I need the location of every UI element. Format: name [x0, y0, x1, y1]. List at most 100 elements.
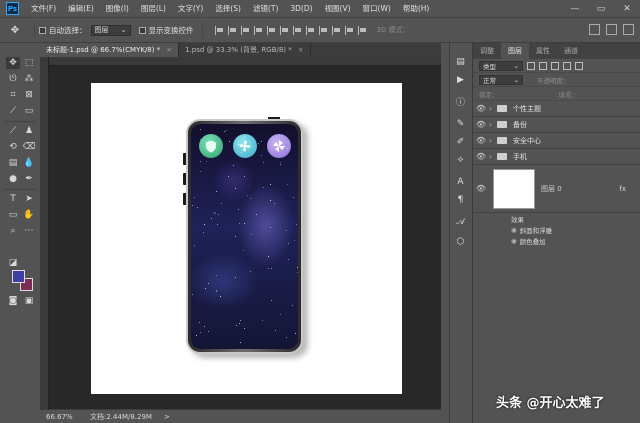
chevron-right-icon[interactable]: › [489, 137, 497, 145]
zoom-tool-icon[interactable]: ⌕ [6, 225, 20, 237]
menu-type[interactable]: 文字(Y) [172, 3, 209, 14]
fx-icon[interactable]: fx [619, 185, 626, 193]
menu-image[interactable]: 图像(I) [100, 3, 135, 14]
align-right-icon[interactable] [279, 25, 289, 35]
menu-window[interactable]: 窗口(W) [357, 3, 397, 14]
filter-shape-icon[interactable] [563, 61, 571, 70]
blur-tool-icon[interactable]: 💧 [22, 157, 36, 169]
chevron-right-icon[interactable]: › [489, 121, 497, 129]
history-brush-tool-icon[interactable]: ⟲ [6, 141, 20, 153]
gradient-tool-icon[interactable]: ▤ [6, 157, 20, 169]
eye-icon[interactable]: 👁 [473, 104, 489, 113]
filter-type-icon[interactable] [551, 61, 559, 70]
menu-3d[interactable]: 3D(D) [284, 4, 318, 13]
history-icon[interactable]: ▤ [454, 55, 467, 68]
tab-document-2[interactable]: 1.psd @ 33.3% (背景, RGB/8) * × [179, 43, 311, 57]
rectangle-tool-icon[interactable]: ▭ [6, 209, 20, 221]
move-tool-icon[interactable]: ✥ [6, 57, 20, 69]
eye-icon[interactable]: ◉ [511, 237, 517, 245]
menu-view[interactable]: 视图(V) [319, 3, 357, 14]
dodge-tool-icon[interactable]: ● [6, 173, 20, 185]
eraser-tool-icon[interactable]: ⌫ [22, 141, 36, 153]
workspace-icon[interactable] [589, 24, 600, 35]
menu-select[interactable]: 选择(S) [209, 3, 247, 14]
more-tools-icon[interactable]: ⋯ [22, 225, 36, 237]
move-tool-preset-icon[interactable]: ✥ [0, 25, 30, 36]
align-top-icon[interactable] [214, 25, 224, 35]
frame-tool-icon[interactable]: ⊠ [22, 89, 36, 101]
filter-adjustment-icon[interactable] [539, 61, 547, 70]
align-hcenter-icon[interactable] [266, 25, 276, 35]
brushes-icon[interactable]: ✐ [454, 135, 467, 148]
actions-icon[interactable]: ▶ [454, 73, 467, 86]
type-tool-icon[interactable]: T [6, 193, 20, 205]
layer-group-row[interactable]: 👁 › 安全中心 [473, 133, 640, 149]
eye-icon[interactable]: 👁 [473, 120, 489, 129]
info-icon[interactable]: ⓘ [454, 95, 467, 108]
distribute-left-icon[interactable] [331, 25, 341, 35]
glyphs-icon[interactable]: 𝒜 [454, 215, 467, 228]
tab-properties[interactable]: 属性 [529, 43, 557, 59]
default-colors-icon[interactable]: ◪ [6, 257, 20, 269]
pen-tool-icon[interactable]: ✒ [22, 173, 36, 185]
eye-icon[interactable]: ◉ [511, 226, 517, 234]
menu-edit[interactable]: 编辑(E) [62, 3, 100, 14]
effect-row[interactable]: ◉ 颜色叠加 [473, 235, 640, 246]
close-tab-icon[interactable]: × [166, 46, 172, 54]
maximize-button[interactable]: ▭ [588, 0, 614, 17]
layer-row-layer0[interactable]: 👁 图层 0 fx [473, 165, 640, 213]
layer-group-row[interactable]: 👁 › 个性主题 [473, 101, 640, 117]
eye-icon[interactable]: 👁 [473, 184, 489, 193]
hand-tool-icon[interactable]: ✋ [22, 209, 36, 221]
brush-settings-icon[interactable]: ✎ [454, 117, 467, 130]
auto-select-dropdown[interactable]: 图层 ⌄ [90, 24, 131, 36]
close-tab-icon[interactable]: × [298, 46, 304, 54]
minimize-button[interactable]: — [562, 0, 588, 17]
distribute-hcenter-icon[interactable] [344, 25, 354, 35]
marquee-tool-icon[interactable]: ⬚ [22, 57, 36, 69]
show-transform-checkbox[interactable] [138, 26, 146, 34]
canvas-workspace[interactable] [40, 57, 441, 409]
distribute-right-icon[interactable] [357, 25, 367, 35]
share-icon[interactable] [623, 24, 634, 35]
eye-icon[interactable]: 👁 [473, 152, 489, 161]
crop-tool-icon[interactable]: ⌗ [6, 89, 20, 101]
blend-mode-dropdown[interactable]: 正常 ⌄ [479, 74, 523, 85]
zoom-level[interactable]: 66.67% [40, 413, 84, 421]
path-selection-tool-icon[interactable]: ➤ [22, 193, 36, 205]
align-left-icon[interactable] [253, 25, 263, 35]
foreground-color-swatch[interactable] [12, 270, 25, 283]
layer-filter-dropdown[interactable]: 类型 ⌄ [479, 60, 523, 71]
character-icon[interactable]: A [454, 175, 467, 188]
stamp-tool-icon[interactable]: ♟ [22, 125, 36, 137]
search-icon[interactable] [606, 24, 617, 35]
distribute-top-icon[interactable] [292, 25, 302, 35]
chevron-right-icon[interactable]: › [489, 105, 497, 113]
clone-source-icon[interactable]: ⟡ [454, 153, 467, 166]
ruler-tool-icon[interactable]: ▭ [22, 105, 36, 117]
layer-group-row[interactable]: 👁 › 备份 [473, 117, 640, 133]
menu-file[interactable]: 文件(F) [25, 3, 62, 14]
filter-smart-object-icon[interactable] [575, 61, 583, 70]
tab-adjustments[interactable]: 调整 [473, 43, 501, 59]
layer-group-row[interactable]: 👁 › 手机 [473, 149, 640, 165]
quick-mask-icon[interactable]: ◙ [6, 295, 20, 307]
magic-wand-tool-icon[interactable]: ⁂ [22, 73, 36, 85]
tab-channels[interactable]: 通道 [557, 43, 585, 59]
eye-icon[interactable]: 👁 [473, 136, 489, 145]
document-canvas[interactable] [91, 83, 402, 394]
status-menu-arrow[interactable]: > [164, 413, 170, 421]
effect-row[interactable]: ◉ 斜面和浮雕 [473, 224, 640, 235]
menu-layer[interactable]: 图层(L) [135, 3, 172, 14]
screen-mode-icon[interactable]: ▣ [22, 295, 36, 307]
tab-layers[interactable]: 图层 [501, 43, 529, 59]
tab-document-1[interactable]: 未标题-1.psd @ 66.7%(CMYK/8) * × [40, 43, 180, 57]
menu-filter[interactable]: 滤镜(T) [247, 3, 284, 14]
chevron-right-icon[interactable]: › [489, 153, 497, 161]
filter-pixel-icon[interactable] [527, 61, 535, 70]
lasso-tool-icon[interactable]: ᘎ [6, 73, 20, 85]
paragraph-icon[interactable]: ¶ [454, 193, 467, 206]
align-vcenter-icon[interactable] [227, 25, 237, 35]
align-bottom-icon[interactable] [240, 25, 250, 35]
close-button[interactable]: ✕ [614, 0, 640, 17]
